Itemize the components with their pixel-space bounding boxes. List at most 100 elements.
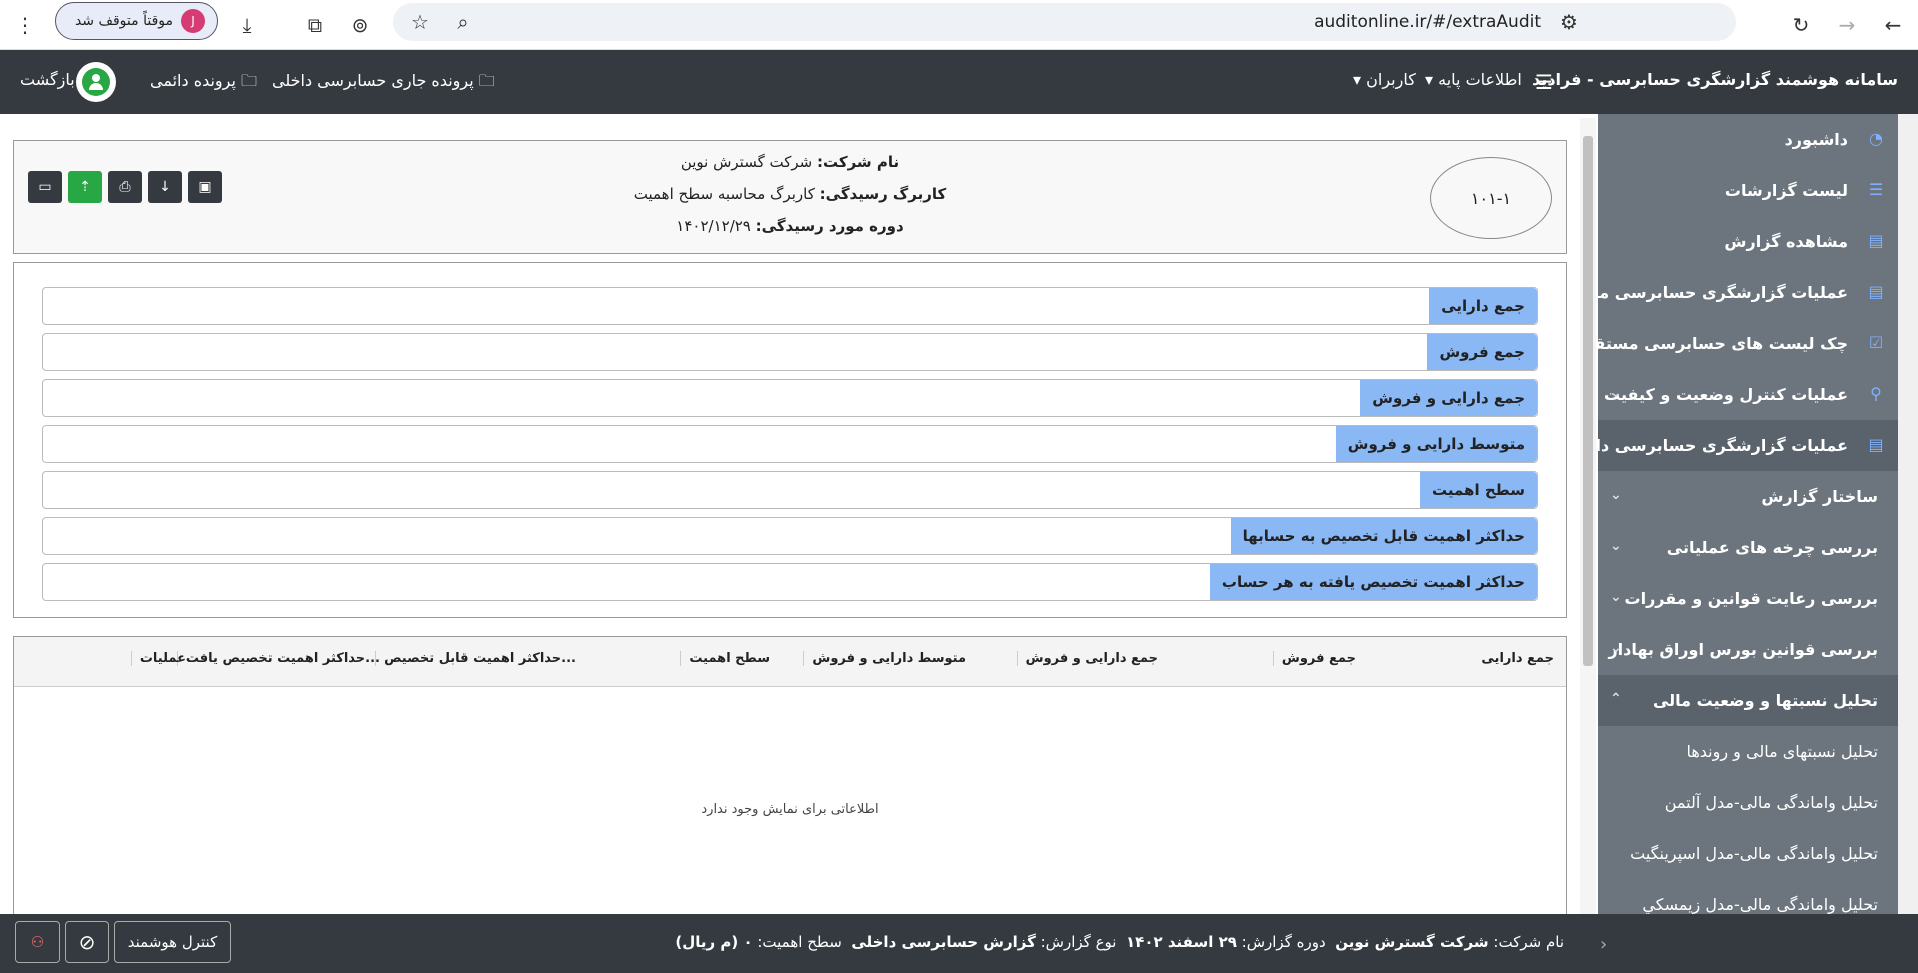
field-label: جمع فروش — [1427, 334, 1537, 370]
sidebar-group-ratio-analysis[interactable]: ⌃ تحلیل نسبتها و وضعیت مالی — [1598, 675, 1898, 726]
sidebar-item-independent-audit[interactable]: ▤ عملیات گزارشگری حسابرسی مستقل — [1598, 267, 1898, 318]
current-file-link[interactable]: پرونده جاری حسابرسی داخلی 🗀 — [272, 70, 495, 97]
footer-type-label: نوع گزارش: — [1040, 933, 1117, 951]
field-materiality-level[interactable]: سطح اهمیت — [42, 471, 1538, 509]
field-label: حداکثر اهمیت تخصیص یافته به هر حساب — [1209, 564, 1537, 600]
users-menu[interactable]: ▾ کاربران — [1353, 70, 1416, 89]
sidebar-item-label: مشاهده گزارش — [1724, 232, 1848, 251]
document-icon: ▤ — [1868, 282, 1884, 301]
sidebar-item-label: داشبورد — [1784, 130, 1848, 149]
sidebar-subitem-altman[interactable]: تحلیل واماندگی مالی-مدل آلتمن — [1598, 777, 1898, 828]
period-value: ۱۴۰۲/۱۲/۲۹ — [676, 217, 751, 235]
sidebar-subitem-ratios[interactable]: تحلیل نسبتهای مالی و روندها — [1598, 726, 1898, 777]
block-icon[interactable]: ⊘ — [65, 921, 109, 963]
monitor-icon[interactable]: ▭ — [28, 171, 62, 203]
scrollbar-thumb[interactable] — [1583, 136, 1593, 666]
smart-control-button[interactable]: کنترل هوشمند — [114, 921, 231, 963]
sidebar-subitem-label: تحلیل واماندگی مالی-مدل آلتمن — [1664, 793, 1878, 812]
period-label: دوره مورد رسیدگی: — [755, 217, 904, 235]
field-label: متوسط دارایی و فروش — [1335, 426, 1537, 462]
permanent-file-link[interactable]: پرونده دائمی 🗀 — [150, 70, 257, 97]
field-average[interactable]: متوسط دارایی و فروش — [42, 425, 1538, 463]
print-icon[interactable]: ⎙ — [108, 171, 142, 203]
base-info-menu[interactable]: ▾ اطلاعات پایه — [1425, 70, 1522, 89]
sidebar-subitem-label: تحلیل واماندگی مالی-مدل اسپرینگیت — [1630, 844, 1878, 863]
footer-type-value: گزارش حسابرسی داخلی — [851, 933, 1036, 951]
sidebar-item-internal-audit[interactable]: ▤ عملیات گزارشگری حسابرسی داخلی — [1598, 420, 1898, 471]
site-settings-icon[interactable]: ⚙ — [1552, 5, 1586, 39]
column-header[interactable]: حداکثر اهمیت قابل تخصیص... — [375, 651, 576, 666]
user-avatar-icon[interactable] — [76, 62, 116, 102]
sidebar-item-label: لیست گزارشات — [1724, 181, 1848, 200]
sidebar-subitem-springate[interactable]: تحلیل واماندگی مالی-مدل اسپرینگیت — [1598, 828, 1898, 879]
add-user-icon[interactable]: ⚇ — [15, 921, 60, 963]
main-scrollbar[interactable] — [1580, 118, 1596, 916]
reload-icon[interactable]: ↻ — [1784, 8, 1818, 42]
sidebar-group-label: بررسی رعایت قوانین و مقررات — [1624, 589, 1879, 608]
forward-icon[interactable]: → — [1830, 8, 1864, 42]
sheet-label: کاربرگ رسیدگی: — [819, 185, 947, 203]
tab-search-icon[interactable]: ⊚ — [343, 8, 377, 42]
status-footer: نام شرکت: شرکت گسترش نوین دوره گزارش: ۲۹… — [0, 914, 1918, 973]
sidebar-item-checklists[interactable]: ☑ چک لیست های حسابرسی مستقل — [1598, 318, 1898, 369]
column-header[interactable]: سطح اهمیت — [680, 651, 770, 666]
field-total-assets[interactable]: جمع دارایی — [42, 287, 1538, 325]
materiality-form: جمع دارایی جمع فروش جمع دارایی و فروش مت… — [13, 262, 1567, 618]
sidebar-item-reports-list[interactable]: ☰ لیست گزارشات — [1598, 165, 1898, 216]
upload-cloud-icon[interactable]: ⇡ — [68, 171, 102, 203]
field-label: حداکثر اهمیت قابل تخصیص به حسابها — [1230, 518, 1537, 554]
extensions-icon[interactable]: ⧉ — [298, 8, 332, 42]
app-header: سامانه هوشمند گزارشگری حسابرسی - فرادید … — [0, 50, 1918, 114]
chevron-up-icon: ⌃ — [1610, 691, 1622, 707]
gauge-icon: ◔ — [1869, 129, 1883, 148]
column-header[interactable]: جمع فروش — [1272, 651, 1356, 666]
sidebar-item-view-report[interactable]: ▤ مشاهده گزارش — [1598, 216, 1898, 267]
sidebar-group-operational-cycles[interactable]: ⌄ بررسی چرخه های عملیاتی — [1598, 522, 1898, 573]
chevron-right-icon[interactable]: › — [1600, 934, 1607, 955]
current-file-label: پرونده جاری حسابرسی داخلی — [272, 71, 474, 90]
empty-message: اطلاعاتی برای نمایش وجود ندارد — [701, 802, 879, 817]
sidebar-item-dashboard[interactable]: ◔ داشبورد — [1598, 114, 1898, 165]
more-menu-icon[interactable]: ⋮ — [8, 8, 42, 42]
download-arrow-icon[interactable]: ↓ — [148, 171, 182, 203]
zoom-icon[interactable]: ⌕ — [446, 5, 480, 39]
column-header[interactable]: جمع دارایی — [1473, 651, 1554, 666]
back-link[interactable]: بازگشت — [20, 70, 75, 89]
sidebar-item-quality-control[interactable]: ⚲ ⌄ عملیات کنترل وضعیت و کیفیت — [1598, 369, 1898, 420]
folder-icon: 🗀 — [478, 71, 495, 90]
column-header[interactable]: حداکثر اهمیت تخصیص یافت... — [176, 651, 380, 666]
sidebar-scrollbar[interactable] — [1898, 114, 1918, 914]
address-bar[interactable]: ☆ ⌕ auditonline.ir/#/extraAudit ⚙ — [393, 3, 1736, 41]
sidebar-subitem-zmijewski[interactable]: تحلیل واماندگی مالی-مدل زیمسکي — [1598, 879, 1898, 914]
sheet-value: کاربرگ محاسبه سطح اهمیت — [633, 185, 815, 203]
checklist-icon: ☑ — [1868, 333, 1884, 352]
search-icon: ⚲ — [1870, 384, 1882, 403]
column-header[interactable]: عملیات — [130, 651, 186, 666]
column-header[interactable]: جمع دارایی و فروش — [1016, 651, 1158, 666]
footer-company-value: شرکت گسترش نوین — [1335, 933, 1489, 951]
back-nav-icon[interactable]: ← — [1876, 8, 1910, 42]
sheet-line: کاربرگ رسیدگی: کاربرگ محاسبه سطح اهمیت — [14, 185, 1566, 203]
hamburger-icon[interactable]: ☰ — [1535, 70, 1553, 94]
url-text[interactable]: auditonline.ir/#/extraAudit — [1314, 12, 1541, 32]
column-header[interactable]: متوسط دارایی و فروش — [803, 651, 966, 666]
sidebar-group-stock-exchange[interactable]: ⌄ بررسی قوانین بورس اوراق بهادار — [1598, 624, 1898, 675]
sidebar-group-label: تحلیل نسبتها و وضعیت مالی — [1652, 691, 1878, 710]
sidebar-group-compliance[interactable]: ⌄ بررسی رعایت قوانین و مقررات — [1598, 573, 1898, 624]
field-assets-and-sales[interactable]: جمع دارایی و فروش — [42, 379, 1538, 417]
download-icon[interactable]: ⤓ — [230, 8, 264, 42]
field-max-allocable[interactable]: حداکثر اهمیت قابل تخصیص به حسابها — [42, 517, 1538, 555]
company-label: نام شرکت: — [817, 153, 900, 171]
base-info-label: اطلاعات پایه — [1438, 70, 1522, 89]
chevron-down-icon: ⌄ — [1610, 538, 1622, 554]
profile-button[interactable]: موقتاً متوقف شد J — [55, 2, 218, 40]
field-total-sales[interactable]: جمع فروش — [42, 333, 1538, 371]
chevron-down-icon: ⌄ — [1610, 487, 1622, 503]
sidebar-group-report-structure[interactable]: ⌄ ساختار گزارش — [1598, 471, 1898, 522]
field-max-allocated[interactable]: حداکثر اهمیت تخصیص یافته به هر حساب — [42, 563, 1538, 601]
save-icon[interactable]: ▣ — [188, 171, 222, 203]
bookmark-star-icon[interactable]: ☆ — [403, 5, 437, 39]
company-line: نام شرکت: شرکت گسترش نوین — [14, 153, 1566, 171]
users-label: کاربران — [1366, 70, 1416, 89]
app-title: سامانه هوشمند گزارشگری حسابرسی - فرادید — [1532, 70, 1898, 89]
